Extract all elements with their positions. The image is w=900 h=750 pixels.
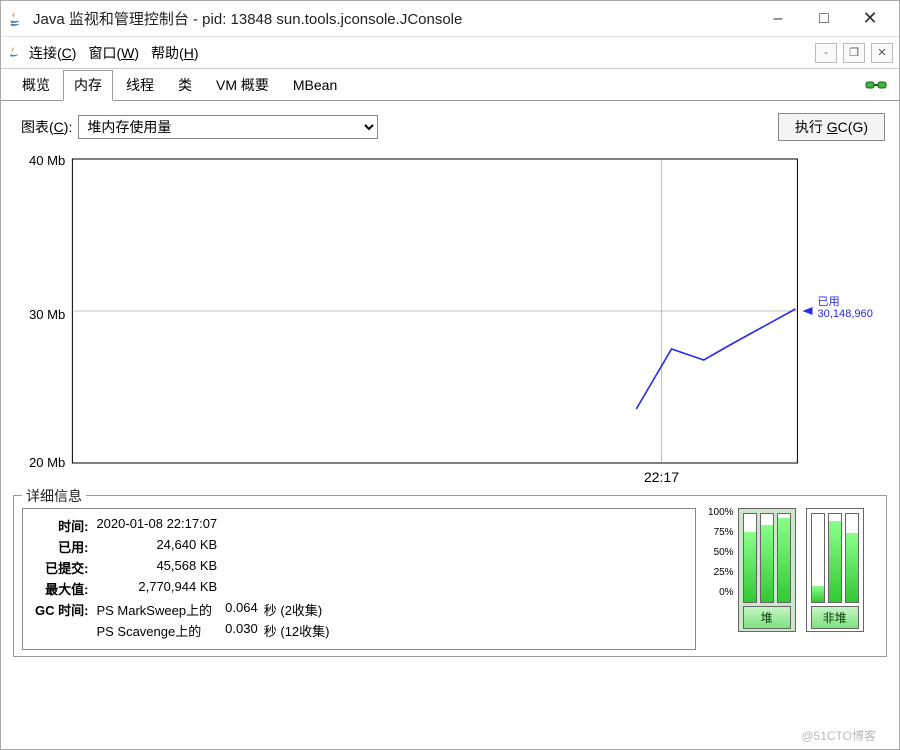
java-icon — [7, 45, 23, 61]
maximize-button[interactable]: □ — [801, 4, 847, 34]
nonheap-group-button[interactable]: 非堆 — [811, 606, 859, 629]
menu-help[interactable]: 帮助(H) — [151, 43, 198, 63]
window-title: Java 监视和管理控制台 - pid: 13848 sun.tools.jco… — [33, 8, 755, 29]
perform-gc-button[interactable]: 执行 GC(G) — [778, 113, 885, 141]
connection-indicator-icon — [865, 78, 887, 92]
java-icon — [7, 10, 25, 28]
details-stats: 时间:2020-01-08 22:17:07 已用:24,640 KB 已提交:… — [22, 508, 696, 650]
menu-window[interactable]: 窗口(W) — [88, 43, 139, 63]
tab-memory[interactable]: 内存 — [63, 70, 113, 101]
heap-bar-group[interactable]: 堆 — [738, 508, 796, 632]
chart-selector-label: 图表(C): — [21, 117, 72, 137]
bar-scale: 100% 75% 50% 25% 0% — [708, 508, 734, 598]
mdi-close-button[interactable]: ✕ — [871, 43, 893, 63]
menu-connect[interactable]: 连接(C) — [29, 43, 76, 63]
svg-text:40 Mb: 40 Mb — [29, 153, 65, 168]
tabs: 概览 内存 线程 类 VM 概要 MBean — [1, 69, 899, 101]
heap-group-button[interactable]: 堆 — [743, 606, 791, 629]
heap-chart: 40 Mb 30 Mb 20 Mb 22:17 已用 30,148,960 — [17, 147, 883, 487]
close-button[interactable]: ✕ — [847, 4, 893, 34]
tab-overview[interactable]: 概览 — [11, 70, 61, 101]
mdi-restore-button[interactable]: ❐ — [843, 43, 865, 63]
details-panel: 详细信息 时间:2020-01-08 22:17:07 已用:24,640 KB… — [13, 495, 887, 657]
mdi-minimize-button[interactable]: - — [815, 43, 837, 63]
minimize-button[interactable]: – — [755, 4, 801, 34]
tab-classes[interactable]: 类 — [167, 70, 203, 101]
chart-selector[interactable]: 堆内存使用量 — [78, 115, 378, 139]
svg-text:30,148,960: 30,148,960 — [818, 308, 873, 320]
memory-pool-bars: 100% 75% 50% 25% 0% — [708, 508, 878, 650]
svg-text:22:17: 22:17 — [644, 469, 679, 485]
tab-vm-summary[interactable]: VM 概要 — [205, 70, 280, 101]
tab-threads[interactable]: 线程 — [115, 70, 165, 101]
nonheap-bar-group[interactable]: 非堆 — [806, 508, 864, 632]
details-title: 详细信息 — [22, 486, 86, 506]
titlebar: Java 监视和管理控制台 - pid: 13848 sun.tools.jco… — [1, 1, 899, 37]
svg-text:30 Mb: 30 Mb — [29, 307, 65, 322]
tab-mbean[interactable]: MBean — [282, 72, 348, 99]
main-window: Java 监视和管理控制台 - pid: 13848 sun.tools.jco… — [0, 0, 900, 750]
svg-text:已用: 已用 — [818, 296, 840, 308]
svg-text:20 Mb: 20 Mb — [29, 455, 65, 470]
menubar: 连接(C) 窗口(W) 帮助(H) - ❐ ✕ — [1, 37, 899, 69]
memory-panel: 图表(C): 堆内存使用量 执行 GC(G) 40 Mb 30 Mb 20 Mb — [1, 101, 899, 749]
